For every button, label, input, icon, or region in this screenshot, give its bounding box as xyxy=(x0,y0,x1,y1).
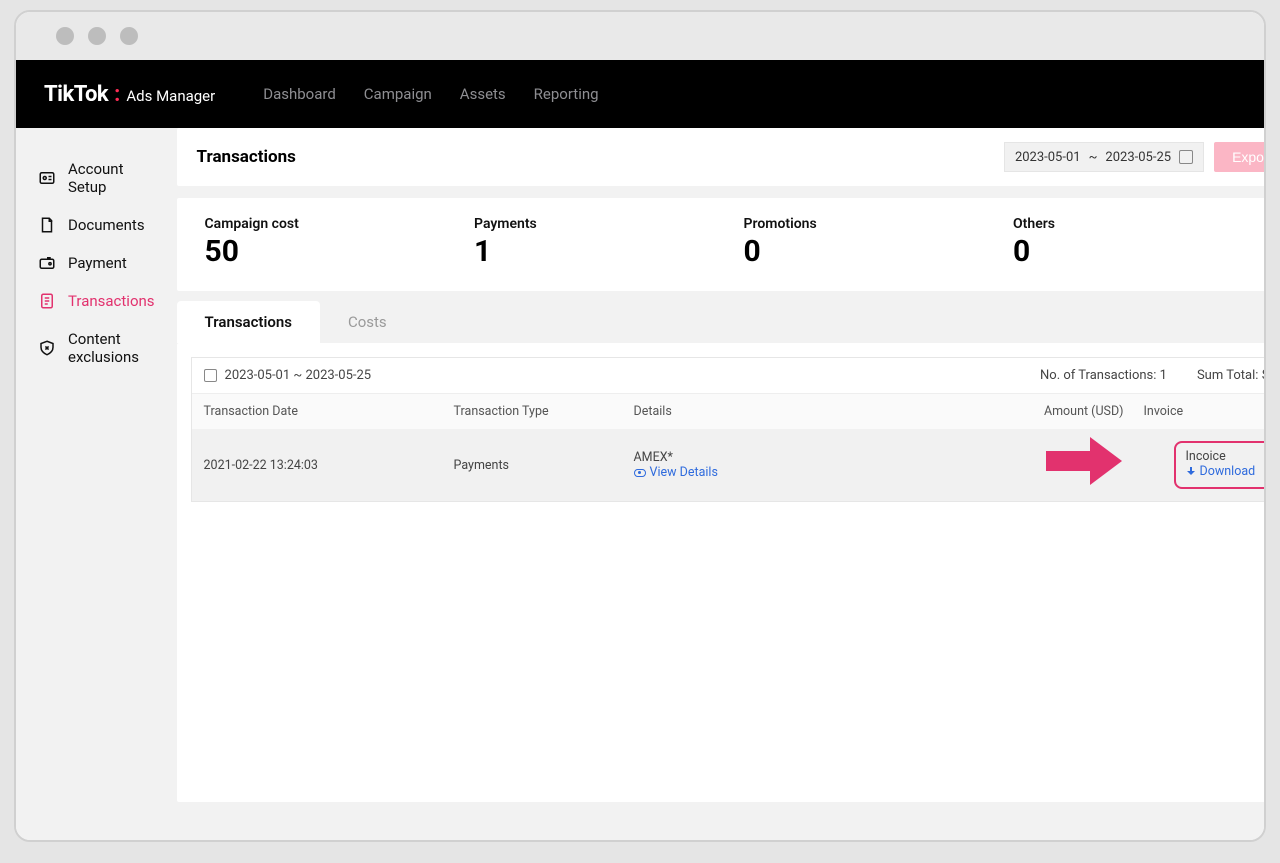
calendar-icon xyxy=(204,369,217,382)
stat-label: Campaign cost xyxy=(205,216,475,232)
table-range: 2023-05-01 ~ 2023-05-25 xyxy=(225,368,372,383)
browser-titlebar xyxy=(16,12,1264,60)
export-button[interactable]: Export xyxy=(1214,142,1266,172)
sidebar-item-content-exclusions[interactable]: Content exclusions xyxy=(16,320,177,376)
nav-campaign[interactable]: Campaign xyxy=(364,85,432,103)
top-nav-links: Dashboard Campaign Assets Reporting xyxy=(263,85,598,103)
account-setup-icon xyxy=(38,169,56,187)
nav-reporting[interactable]: Reporting xyxy=(534,85,599,103)
stat-value: 0 xyxy=(1013,234,1266,269)
col-date: Transaction Date xyxy=(204,404,454,419)
date-from: 2023-05-01 xyxy=(1015,150,1081,165)
stat-label: Others xyxy=(1013,216,1266,232)
app-body: Account Setup Documents Payment Transact… xyxy=(16,128,1264,840)
date-range-picker[interactable]: 2023-05-01 ~ 2023-05-25 xyxy=(1004,142,1204,172)
sidebar: Account Setup Documents Payment Transact… xyxy=(16,128,177,840)
sidebar-item-label: Payment xyxy=(68,254,127,272)
details-text: AMEX* xyxy=(634,450,934,465)
window-dot xyxy=(120,27,138,45)
content-exclusions-icon xyxy=(38,339,56,357)
main: Transactions 2023-05-01 ~ 2023-05-25 Exp… xyxy=(177,128,1266,840)
annotation-arrow xyxy=(1046,437,1126,483)
brand-sub: Ads Manager xyxy=(126,87,215,105)
table-panel: 2023-05-01 ~ 2023-05-25 No. of Transacti… xyxy=(177,343,1266,802)
date-sep: ~ xyxy=(1089,150,1098,165)
cell-details: AMEX* View Details xyxy=(634,450,934,480)
col-type: Transaction Type xyxy=(454,404,634,419)
tab-costs[interactable]: Costs xyxy=(320,301,415,343)
col-details: Details xyxy=(634,404,934,419)
window-dot xyxy=(56,27,74,45)
payment-icon xyxy=(38,254,56,272)
table-summary-bar: 2023-05-01 ~ 2023-05-25 No. of Transacti… xyxy=(192,358,1266,393)
browser-frame: TikTok: Ads Manager Dashboard Campaign A… xyxy=(14,10,1266,842)
view-details-label: View Details xyxy=(650,465,718,480)
stat-value: 0 xyxy=(744,234,1014,269)
download-icon xyxy=(1186,467,1196,477)
cell-date: 2021-02-22 13:24:03 xyxy=(204,458,454,473)
table-row: 2021-02-22 13:24:03 Payments AMEX* View … xyxy=(192,429,1266,501)
stats-panel: Campaign cost 50 Payments 1 Promotions 0… xyxy=(177,198,1266,291)
stat-value: 50 xyxy=(205,234,475,269)
sidebar-item-account-setup[interactable]: Account Setup xyxy=(16,150,177,206)
stat-value: 1 xyxy=(474,234,744,269)
table-sum: Sum Total: $50 xyxy=(1197,368,1266,383)
titlebar-right: 2023-05-01 ~ 2023-05-25 Export xyxy=(1004,142,1266,172)
sidebar-item-documents[interactable]: Documents xyxy=(16,206,177,244)
tabs: Transactions Costs xyxy=(177,301,1266,343)
eye-icon xyxy=(634,469,646,477)
calendar-icon xyxy=(1179,150,1193,164)
download-link[interactable]: Download xyxy=(1186,464,1266,479)
stat-others: Others 0 xyxy=(1013,216,1266,269)
cell-invoice: Incoice Download xyxy=(1144,441,1266,489)
stat-label: Payments xyxy=(474,216,744,232)
transactions-icon xyxy=(38,292,56,310)
sidebar-item-label: Account Setup xyxy=(68,160,155,196)
sidebar-item-payment[interactable]: Payment xyxy=(16,244,177,282)
table-box: 2023-05-01 ~ 2023-05-25 No. of Transacti… xyxy=(191,357,1266,502)
documents-icon xyxy=(38,216,56,234)
sidebar-item-label: Content exclusions xyxy=(68,330,155,366)
nav-dashboard[interactable]: Dashboard xyxy=(263,85,336,103)
stat-payments: Payments 1 xyxy=(474,216,744,269)
stat-label: Promotions xyxy=(744,216,1014,232)
table-count: No. of Transactions: 1 xyxy=(1040,368,1167,383)
window-dot xyxy=(88,27,106,45)
brand-accent: : xyxy=(114,82,120,107)
top-nav: TikTok: Ads Manager Dashboard Campaign A… xyxy=(16,60,1264,128)
stat-promotions: Promotions 0 xyxy=(744,216,1014,269)
date-to: 2023-05-25 xyxy=(1105,150,1171,165)
cell-type: Payments xyxy=(454,458,634,473)
invoice-label: Incoice xyxy=(1186,449,1266,464)
stat-campaign-cost: Campaign cost 50 xyxy=(205,216,475,269)
col-amount: Amount (USD) xyxy=(934,404,1144,419)
sidebar-item-label: Documents xyxy=(68,216,145,234)
view-details-link[interactable]: View Details xyxy=(634,465,934,480)
brand-name: TikTok xyxy=(44,82,108,107)
table-header: Transaction Date Transaction Type Detail… xyxy=(192,393,1266,429)
download-label: Download xyxy=(1200,464,1256,479)
page-titlebar: Transactions 2023-05-01 ~ 2023-05-25 Exp… xyxy=(177,128,1266,186)
brand: TikTok: Ads Manager xyxy=(44,82,215,107)
tab-transactions[interactable]: Transactions xyxy=(177,301,320,343)
col-invoice: Invoice xyxy=(1144,404,1266,419)
nav-assets[interactable]: Assets xyxy=(460,85,506,103)
page-title: Transactions xyxy=(197,147,296,167)
invoice-highlight-box: Incoice Download xyxy=(1174,441,1266,489)
sidebar-item-transactions[interactable]: Transactions xyxy=(16,282,177,320)
sidebar-item-label: Transactions xyxy=(68,292,155,310)
